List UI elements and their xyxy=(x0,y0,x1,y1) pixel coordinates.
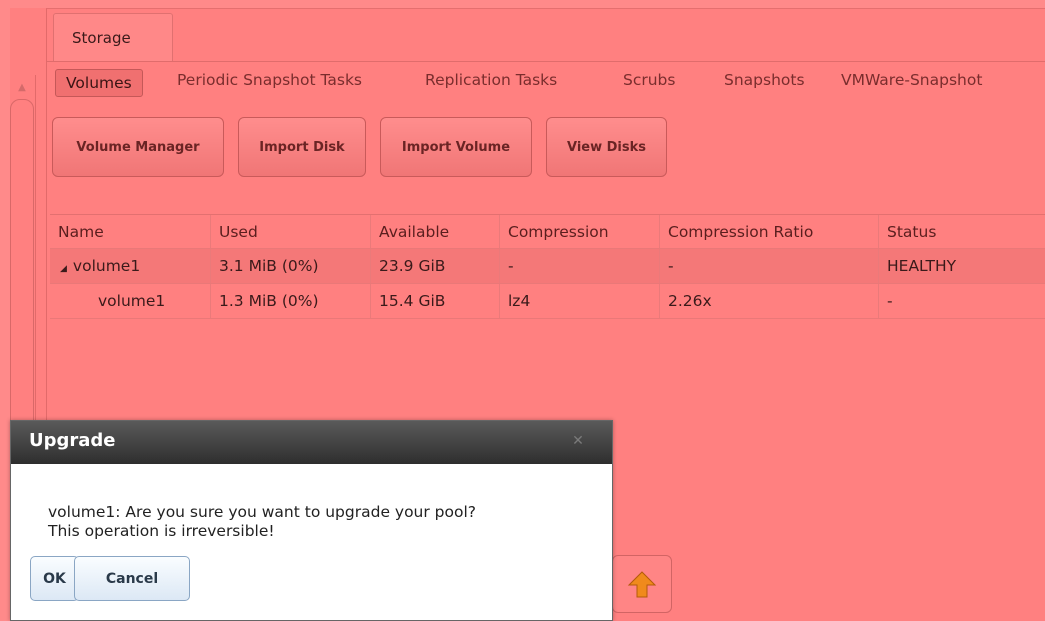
volume-manager-button[interactable]: Volume Manager xyxy=(52,117,224,177)
import-disk-button[interactable]: Import Disk xyxy=(238,117,366,177)
cell-name: ◢ volume1 xyxy=(50,249,211,283)
column-header-used[interactable]: Used xyxy=(211,215,371,248)
dialog-titlebar: Upgrade ✕ xyxy=(11,421,612,464)
subtab-snapshots[interactable]: Snapshots xyxy=(724,71,805,89)
table-row[interactable]: volume1 1.3 MiB (0%) 15.4 GiB lz4 2.26x … xyxy=(50,284,1045,319)
subtab-periodic-snapshot-tasks[interactable]: Periodic Snapshot Tasks xyxy=(177,71,362,89)
subtab-bar: Volumes Periodic Snapshot Tasks Replicat… xyxy=(47,61,1045,109)
volumes-table: Name Used Available Compression Compress… xyxy=(50,214,1045,319)
triangle-down-icon[interactable]: ◢ xyxy=(60,264,67,274)
cell-compression: - xyxy=(500,249,660,283)
top-strip xyxy=(0,0,1045,8)
scroll-up-icon[interactable]: ▲ xyxy=(10,79,34,97)
cell-status: HEALTHY xyxy=(887,257,957,275)
subtab-vmware-snapshot[interactable]: VMWare-Snapshot xyxy=(841,71,982,89)
upgrade-button[interactable] xyxy=(612,555,672,613)
view-disks-button[interactable]: View Disks xyxy=(546,117,667,177)
dialog-title: Upgrade xyxy=(29,430,116,451)
dialog-message-line2: This operation is irreversible! xyxy=(48,522,275,540)
pool-name: volume1 xyxy=(72,257,141,275)
cell-available: 15.4 GiB xyxy=(371,284,500,318)
subtab-replication-tasks[interactable]: Replication Tasks xyxy=(425,71,557,89)
ok-button[interactable]: OK xyxy=(30,556,79,601)
import-volume-button[interactable]: Import Volume xyxy=(380,117,532,177)
table-row[interactable]: ◢ volume1 3.1 MiB (0%) 23.9 GiB - - HEALT… xyxy=(50,249,1045,284)
cell-compression: lz4 xyxy=(500,284,660,318)
subtab-scrubs[interactable]: Scrubs xyxy=(623,71,675,89)
cell-used: 1.3 MiB (0%) xyxy=(211,284,371,318)
cell-name: volume1 xyxy=(50,284,211,318)
upgrade-dialog: Upgrade ✕ volume1: Are you sure you want… xyxy=(10,420,613,621)
column-header-compression[interactable]: Compression xyxy=(500,215,660,248)
cancel-button[interactable]: Cancel xyxy=(74,556,190,601)
dialog-message: volume1: Are you sure you want to upgrad… xyxy=(48,503,476,541)
cell-status: - xyxy=(887,292,893,310)
column-header-name[interactable]: Name xyxy=(50,215,211,248)
column-header-compression-ratio[interactable]: Compression Ratio xyxy=(660,215,879,248)
close-icon[interactable]: ✕ xyxy=(570,433,586,449)
up-arrow-icon xyxy=(627,571,657,598)
left-rail xyxy=(0,8,10,621)
column-header-status[interactable]: Status xyxy=(879,215,1045,248)
subtab-volumes[interactable]: Volumes xyxy=(55,69,143,97)
dialog-message-line1: volume1: Are you sure you want to upgrad… xyxy=(48,503,477,521)
cell-compression-ratio: - xyxy=(660,249,879,283)
cell-used: 3.1 MiB (0%) xyxy=(211,249,371,283)
cell-available: 23.9 GiB xyxy=(371,249,500,283)
table-header: Name Used Available Compression Compress… xyxy=(50,215,1045,249)
column-header-available[interactable]: Available xyxy=(371,215,500,248)
cell-compression-ratio: 2.26x xyxy=(660,284,879,318)
tab-storage[interactable]: Storage xyxy=(53,13,173,61)
